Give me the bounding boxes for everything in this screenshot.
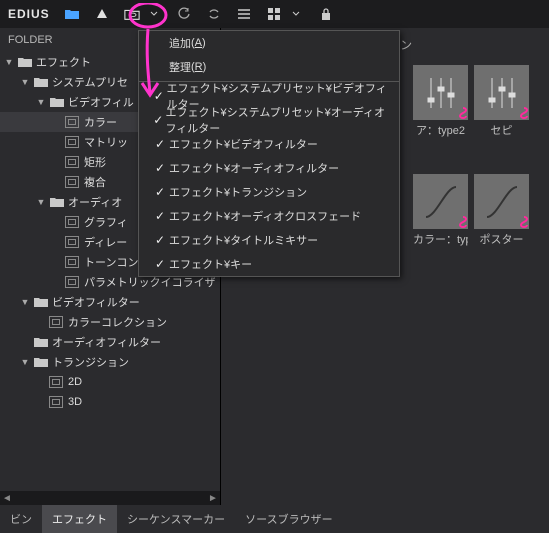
thumbnail-item[interactable]: ア：type2 [413,65,468,138]
s-badge-icon [514,216,528,228]
check-icon: ✓ [151,161,169,175]
tree-node-3d[interactable]: 3D [0,392,220,412]
thumbnail-swatch [474,65,529,120]
tree-node-color-correction[interactable]: カラーコレクション [0,312,220,332]
tab-source-browser[interactable]: ソースブラウザー [235,505,342,533]
menu-item-add[interactable]: 追加(A) [139,31,399,55]
footer-tabs: ビン エフェクト シーケンスマーカー ソースブラウザー [0,505,549,533]
check-icon: ✓ [151,137,169,151]
menu-item-check[interactable]: ✓エフェクト¥オーディオクロスフェード [139,204,399,228]
preset-icon [65,136,79,148]
preset-icon [65,276,79,288]
check-icon: ✓ [151,89,167,103]
triangle-up-icon[interactable] [94,6,110,22]
menu-item-check[interactable]: ✓エフェクト¥キー [139,252,399,276]
list-icon[interactable] [236,6,252,22]
preset-icon [49,376,63,388]
thumbnail-caption: ア：type2 [413,122,468,138]
context-menu: 追加(A) 整理(R) ✓エフェクト¥システムプリセット¥ビデオフィルター ✓エ… [138,30,400,277]
tab-effects[interactable]: エフェクト [42,505,117,533]
menu-item-check[interactable]: ✓エフェクト¥オーディオフィルター [139,156,399,180]
scroll-right-icon[interactable]: ► [206,493,220,504]
tab-bin[interactable]: ビン [0,505,42,533]
thumbnail-item[interactable]: ポスター [474,174,529,247]
thumbnail-item[interactable]: セピ [474,65,529,138]
check-icon: ✓ [151,113,166,127]
link-folder-icon[interactable] [124,6,140,22]
check-icon: ✓ [151,185,169,199]
sync-icon[interactable] [206,6,222,22]
lock-icon[interactable] [318,6,334,22]
thumbnail-item[interactable]: カラー：type2 [413,174,468,247]
tree-node-2d[interactable]: 2D [0,372,220,392]
chevron-down-icon[interactable] [288,6,304,22]
thumbnail-swatch [413,174,468,229]
preset-icon [49,316,63,328]
s-badge-icon [514,107,528,119]
thumbnail-caption: カラー：type2 [413,231,468,247]
preset-icon [65,256,79,268]
thumbnail-swatch [413,65,468,120]
check-icon: ✓ [151,209,169,223]
horizontal-scrollbar[interactable]: ◄ ► [0,491,220,505]
preset-icon [65,156,79,168]
folder-open-icon[interactable] [64,6,80,22]
preset-icon [65,236,79,248]
menu-item-check[interactable]: ✓エフェクト¥タイトルミキサー [139,228,399,252]
check-icon: ✓ [151,233,169,247]
thumbnail-swatch [474,174,529,229]
brand-label: EDIUS [8,7,50,21]
thumbnail-caption: ポスター [474,231,529,247]
menu-item-organize[interactable]: 整理(R) [139,55,399,79]
preset-icon [65,176,79,188]
preset-icon [49,396,63,408]
thumbnail-caption: セピ [474,122,529,138]
menu-item-check[interactable]: ✓エフェクト¥システムプリセット¥オーディオフィルター [139,108,399,132]
grid-icon[interactable] [266,6,282,22]
tree-node-audio-filter[interactable]: ▼オーディオフィルター [0,332,220,352]
scroll-left-icon[interactable]: ◄ [0,493,14,504]
chevron-down-icon[interactable] [146,6,162,22]
check-icon: ✓ [151,257,169,271]
toolbar: EDIUS [0,0,549,28]
s-badge-icon [453,216,467,228]
refresh-icon[interactable] [176,6,192,22]
preset-icon [65,116,79,128]
tree-node-transition[interactable]: ▼トランジション [0,352,220,372]
s-badge-icon [453,107,467,119]
tab-sequence-marker[interactable]: シーケンスマーカー [117,505,235,533]
menu-item-check[interactable]: ✓エフェクト¥トランジション [139,180,399,204]
tree-node-video-filter-2[interactable]: ▼ビデオフィルター [0,292,220,312]
preset-icon [65,216,79,228]
